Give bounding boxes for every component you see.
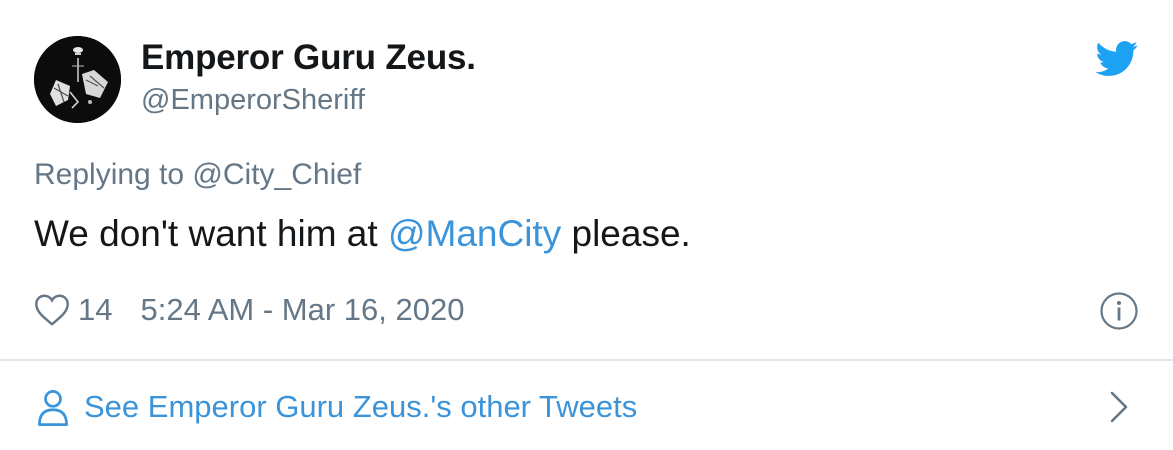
- like-count[interactable]: 14: [78, 292, 112, 328]
- tweet-meta: 14 5:24 AM - Mar 16, 2020: [34, 290, 464, 330]
- tweet-timestamp[interactable]: 5:24 AM - Mar 16, 2020: [140, 292, 464, 328]
- mention-link[interactable]: @ManCity: [388, 213, 561, 254]
- tweet-text-end: please.: [561, 213, 691, 254]
- tweet-text: We don't want him at @ManCity please.: [34, 213, 691, 255]
- display-name[interactable]: Emperor Guru Zeus.: [141, 38, 476, 78]
- info-icon[interactable]: [1099, 291, 1139, 331]
- twitter-bird-icon[interactable]: [1095, 41, 1139, 77]
- chevron-right-icon[interactable]: [1108, 390, 1130, 424]
- person-icon: [38, 390, 68, 426]
- tweet-text-start: We don't want him at: [34, 213, 388, 254]
- divider: [0, 359, 1173, 361]
- heart-icon[interactable]: [34, 293, 70, 327]
- avatar-image: [34, 36, 121, 123]
- see-other-tweets-label: See Emperor Guru Zeus.'s other Tweets: [84, 389, 638, 424]
- tweet-card: Emperor Guru Zeus. @EmperorSheriff Reply…: [0, 0, 1173, 450]
- see-other-tweets-link[interactable]: See Emperor Guru Zeus.'s other Tweets: [36, 386, 637, 428]
- replying-to-label[interactable]: Replying to @City_Chief: [34, 158, 361, 192]
- avatar[interactable]: [34, 36, 121, 123]
- user-handle[interactable]: @EmperorSheriff: [141, 84, 365, 117]
